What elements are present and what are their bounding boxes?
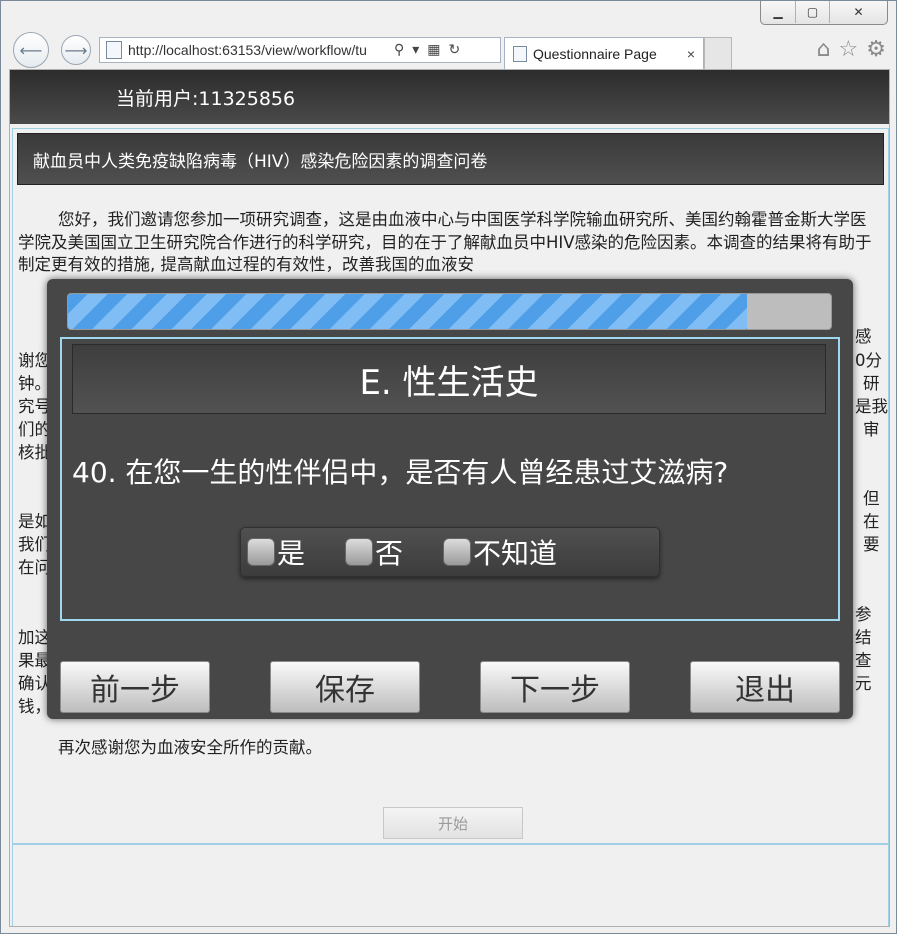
url-text[interactable]: http://localhost:63153/view/workflow/tu	[128, 42, 386, 58]
text-fragment: 要	[863, 535, 880, 554]
progress-fill	[68, 294, 748, 329]
current-user-label: 当前用户:11325856	[116, 87, 296, 110]
start-button[interactable]: 开始	[383, 807, 523, 839]
refresh-icon[interactable]: ↻	[449, 42, 461, 58]
closing-paragraph: 再次感谢您为血液安全所作的贡献。	[58, 738, 322, 757]
text-fragment: 0分	[855, 351, 882, 370]
tab-title: Questionnaire Page	[533, 45, 657, 62]
question-text: 40. 在您一生的性伴侣中，是否有人曾经患过艾滋病?	[72, 456, 729, 489]
tab-page-icon	[513, 45, 527, 62]
maximize-icon[interactable]: ▢	[795, 1, 829, 23]
text-fragment: 查	[855, 651, 872, 670]
favorites-star-icon[interactable]: ☆	[839, 37, 859, 62]
option-label: 否	[375, 537, 404, 570]
text-fragment: 感	[855, 327, 872, 346]
content-footer-panel	[12, 844, 889, 926]
text-fragment: 结	[855, 628, 872, 647]
browser-window: ▁ ▢ ✕ ⟵ ⟶ http://localhost:63153/view/wo…	[0, 0, 897, 934]
exit-button[interactable]: 退出	[690, 661, 840, 713]
option-no[interactable]: 否	[345, 532, 403, 572]
toolbar-icons: ⌂ ☆ ⚙	[817, 37, 886, 62]
save-button[interactable]: 保存	[270, 661, 420, 713]
checkbox-icon[interactable]	[443, 538, 472, 566]
checkbox-icon[interactable]	[247, 538, 275, 566]
survey-title: 献血员中人类免疫缺陷病毒（HIV）感染危险因素的调查问卷	[33, 151, 488, 172]
tab-close-icon[interactable]: ×	[687, 46, 695, 62]
text-fragment: 参	[855, 605, 872, 624]
answer-options: 是 否 不知道	[240, 527, 660, 577]
navigation-bar: ⟵ ⟶ http://localhost:63153/view/workflow…	[1, 29, 897, 69]
option-label: 不知道	[473, 537, 558, 570]
user-header: 当前用户:11325856	[10, 70, 889, 124]
text-fragment: 是我	[855, 397, 888, 416]
text-fragment: 在	[863, 512, 880, 531]
question-dialog: E. 性生活史 40. 在您一生的性伴侣中，是否有人曾经患过艾滋病? 是 否 不…	[47, 279, 853, 719]
option-unknown[interactable]: 不知道	[443, 532, 557, 572]
home-icon[interactable]: ⌂	[817, 37, 831, 62]
text-fragment: 审	[863, 420, 880, 439]
text-fragment: 元	[855, 674, 872, 693]
intro-paragraph: 您好，我们邀请您参加一项研究调查，这是由血液中心与中国医学科学院输血研究所、美国…	[18, 210, 872, 274]
dropdown-icon[interactable]: ▾	[412, 42, 419, 58]
prev-button[interactable]: 前一步	[60, 661, 210, 713]
next-button[interactable]: 下一步	[480, 661, 630, 713]
option-label: 是	[277, 537, 306, 570]
text-fragment: 但	[863, 489, 880, 508]
section-title-bar: E. 性生活史	[72, 344, 826, 414]
progress-bar	[67, 293, 832, 330]
compatibility-icon[interactable]: ▦	[427, 42, 440, 58]
option-yes[interactable]: 是	[247, 532, 305, 572]
checkbox-icon[interactable]	[345, 538, 374, 566]
gear-icon[interactable]: ⚙	[866, 37, 886, 62]
page-icon	[106, 41, 122, 59]
minimize-icon[interactable]: ▁	[761, 1, 795, 23]
address-bar[interactable]: http://localhost:63153/view/workflow/tu …	[99, 37, 501, 63]
section-title: E. 性生活史	[359, 362, 539, 403]
new-tab-button[interactable]	[704, 37, 732, 69]
survey-title-bar: 献血员中人类免疫缺陷病毒（HIV）感染危险因素的调查问卷	[17, 133, 884, 185]
text-fragment: 研	[863, 374, 880, 393]
close-window-icon[interactable]: ✕	[829, 1, 887, 23]
forward-arrow-icon[interactable]: ⟶	[61, 35, 91, 65]
tab-questionnaire[interactable]: Questionnaire Page ×	[504, 37, 704, 69]
back-arrow-icon[interactable]: ⟵	[13, 32, 49, 68]
search-icon[interactable]: ⚲	[394, 42, 404, 58]
question-box: E. 性生活史 40. 在您一生的性伴侣中，是否有人曾经患过艾滋病? 是 否 不…	[60, 337, 840, 621]
window-controls: ▁ ▢ ✕	[760, 1, 888, 25]
